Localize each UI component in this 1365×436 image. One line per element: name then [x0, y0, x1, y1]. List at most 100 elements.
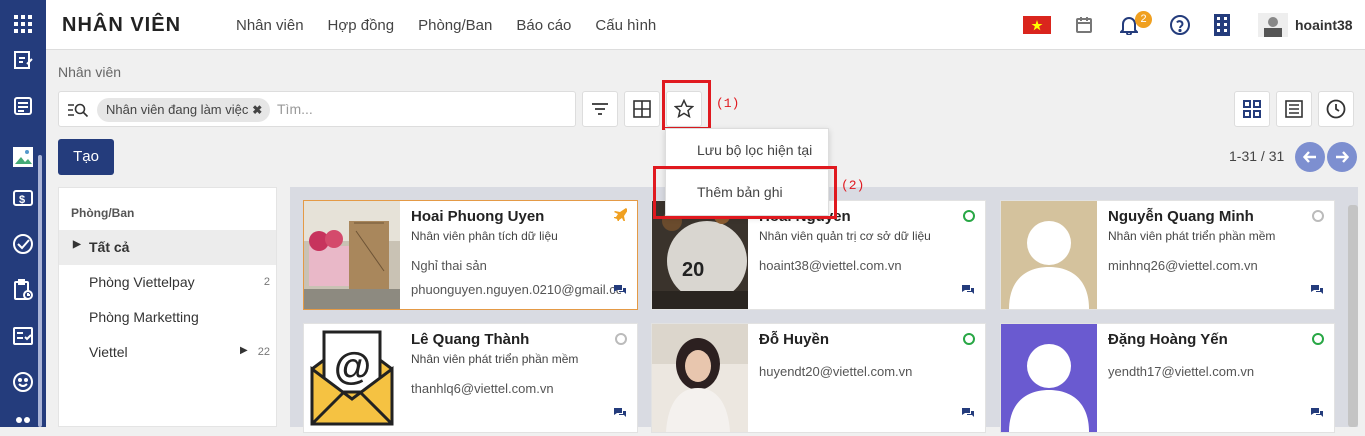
caret-right-icon: ▶	[73, 239, 81, 250]
chat-icon[interactable]	[613, 283, 627, 301]
top-navbar: NHÂN VIÊN Nhân viên Hợp đồng Phòng/Ban B…	[46, 0, 1365, 50]
department-item-count: 2	[263, 276, 270, 288]
app-sidebar: $	[0, 0, 46, 427]
facet-label: Nhân viên đang làm việc	[106, 102, 249, 117]
save-current-filter-item[interactable]: Lưu bộ lọc hiện tại	[697, 142, 812, 158]
vietnam-flag-icon[interactable]	[1023, 13, 1051, 37]
menu-item-contracts[interactable]: Hợp đồng	[328, 17, 395, 34]
employee-job: Nhân viên phát triển phần mềm	[411, 352, 579, 366]
employee-card[interactable]: @ Lê Quang Thành Nhân viên phát triển ph…	[303, 323, 638, 433]
chat-icon[interactable]	[613, 406, 627, 424]
highlight-box-1	[662, 80, 711, 130]
employee-photo	[1001, 201, 1097, 309]
department-item-label: Phòng Viettelpay	[89, 274, 195, 290]
employee-job: Nhân viên phân tích dữ liệu	[411, 229, 558, 243]
employee-email: huyendt20@viettel.com.vn	[759, 364, 913, 379]
employee-job: Nhân viên quản trị cơ sở dữ liệu	[759, 229, 931, 243]
presence-offline-icon	[1312, 210, 1324, 222]
pager-next-button[interactable]	[1327, 142, 1357, 172]
smiley-icon[interactable]	[10, 369, 36, 395]
username[interactable]: hoaint38	[1295, 17, 1353, 33]
task-list-icon[interactable]	[10, 323, 36, 349]
calendar-icon[interactable]	[1074, 13, 1094, 37]
employee-email: thanhlq6@viettel.com.vn	[411, 381, 554, 396]
chat-icon[interactable]	[961, 283, 975, 301]
department-item-all[interactable]: ▶ Tất cả	[59, 230, 276, 265]
menu-item-reports[interactable]: Báo cáo	[516, 17, 571, 34]
svg-text:$: $	[19, 194, 25, 206]
user-avatar[interactable]	[1258, 13, 1288, 37]
sign-document-icon[interactable]	[10, 47, 36, 73]
close-icon[interactable]: ✖	[252, 98, 262, 122]
svg-text:@: @	[334, 346, 371, 388]
department-item-label: Tất cả	[89, 239, 130, 255]
kanban-scrollbar[interactable]	[1348, 205, 1358, 427]
employee-card[interactable]: Nguyễn Quang Minh Nhân viên phát triển p…	[1000, 200, 1335, 310]
kanban-view: Hoai Phuong Uyen Nhân viên phân tích dữ …	[290, 187, 1358, 433]
employee-email: minhnq26@viettel.com.vn	[1108, 258, 1258, 273]
department-panel-title: Phòng/Ban	[71, 206, 135, 220]
chat-icon[interactable]	[961, 406, 975, 424]
list-view-button[interactable]	[1276, 91, 1312, 127]
salary-icon[interactable]: $	[10, 185, 36, 211]
breadcrumb: Nhân viên	[58, 64, 122, 80]
employee-photo	[1001, 324, 1097, 432]
department-item-label: Viettel	[89, 344, 128, 360]
department-item-viettel[interactable]: Viettel ▶ 22	[59, 335, 276, 370]
menu-item-employees[interactable]: Nhân viên	[236, 17, 304, 34]
create-button[interactable]: Tạo	[58, 139, 114, 175]
department-item-marketting[interactable]: Phòng Marketting	[59, 300, 276, 335]
employee-photo	[652, 324, 748, 432]
help-icon[interactable]	[1169, 13, 1191, 37]
sidebar-scroll-indicator	[38, 155, 42, 427]
employee-card[interactable]: Đỗ Huyền huyendt20@viettel.com.vn	[651, 323, 986, 433]
annotation-label-2: (2)	[841, 178, 865, 193]
department-panel: Phòng/Ban ▶ Tất cả Phòng Viettelpay 2 Ph…	[58, 187, 277, 427]
department-item-count: 22	[257, 346, 270, 358]
pager-previous-button[interactable]	[1295, 142, 1325, 172]
search-input[interactable]: Tìm...	[277, 101, 313, 117]
department-item-viettelpay[interactable]: Phòng Viettelpay 2	[59, 265, 276, 300]
airplane-icon	[613, 207, 628, 226]
apps-grid-icon[interactable]	[10, 11, 36, 37]
caret-right-icon[interactable]: ▶	[240, 345, 248, 356]
image-icon[interactable]	[10, 144, 36, 170]
kanban-view-button[interactable]	[1234, 91, 1270, 127]
employee-status: Nghỉ thai sản	[411, 258, 487, 273]
form-icon[interactable]	[10, 93, 36, 119]
presence-online-icon	[1312, 333, 1324, 345]
employee-card[interactable]: Hoai Phuong Uyen Nhân viên phân tích dữ …	[303, 200, 638, 310]
employee-name: Đặng Hoàng Yến	[1108, 331, 1228, 348]
activity-view-button[interactable]	[1318, 91, 1354, 127]
app-title: NHÂN VIÊN	[62, 14, 182, 36]
employee-name: Đỗ Huyền	[759, 331, 830, 348]
svg-text:20: 20	[682, 259, 704, 281]
employee-name: Hoai Phuong Uyen	[411, 208, 545, 225]
employee-email: hoaint38@viettel.com.vn	[759, 258, 902, 273]
presence-online-icon	[963, 210, 975, 222]
employee-photo	[304, 201, 400, 309]
main-menu: Nhân viên Hợp đồng Phòng/Ban Báo cáo Cấu…	[236, 17, 656, 34]
chat-icon[interactable]	[1310, 406, 1324, 424]
department-item-label: Phòng Marketting	[89, 309, 199, 325]
email-envelope-icon: @	[304, 324, 400, 432]
chat-icon[interactable]	[1310, 283, 1324, 301]
menu-item-configuration[interactable]: Cấu hình	[595, 17, 656, 34]
group-by-button[interactable]	[624, 91, 660, 127]
clipboard-clock-icon[interactable]	[10, 277, 36, 303]
employee-email: yendth17@viettel.com.vn	[1108, 364, 1255, 379]
company-building-icon[interactable]	[1212, 13, 1232, 37]
check-circle-icon[interactable]	[10, 231, 36, 257]
menu-item-departments[interactable]: Phòng/Ban	[418, 17, 492, 34]
notification-badge: 2	[1135, 11, 1152, 28]
employee-email: phuonguyen.nguyen.0210@gmail.com	[411, 282, 621, 297]
annotation-label-1: (1)	[716, 96, 740, 111]
users-icon[interactable]	[10, 410, 36, 436]
filters-button[interactable]	[582, 91, 618, 127]
search-facet[interactable]: Nhân viên đang làm việc ✖	[97, 98, 271, 122]
search-filter-icon[interactable]	[67, 102, 89, 123]
search-bar[interactable]: Nhân viên đang làm việc ✖ Tìm...	[58, 91, 576, 127]
presence-offline-icon	[615, 333, 627, 345]
employee-card[interactable]: Đặng Hoàng Yến yendth17@viettel.com.vn	[1000, 323, 1335, 433]
pager-value[interactable]: 1-31 / 31	[1229, 148, 1284, 164]
